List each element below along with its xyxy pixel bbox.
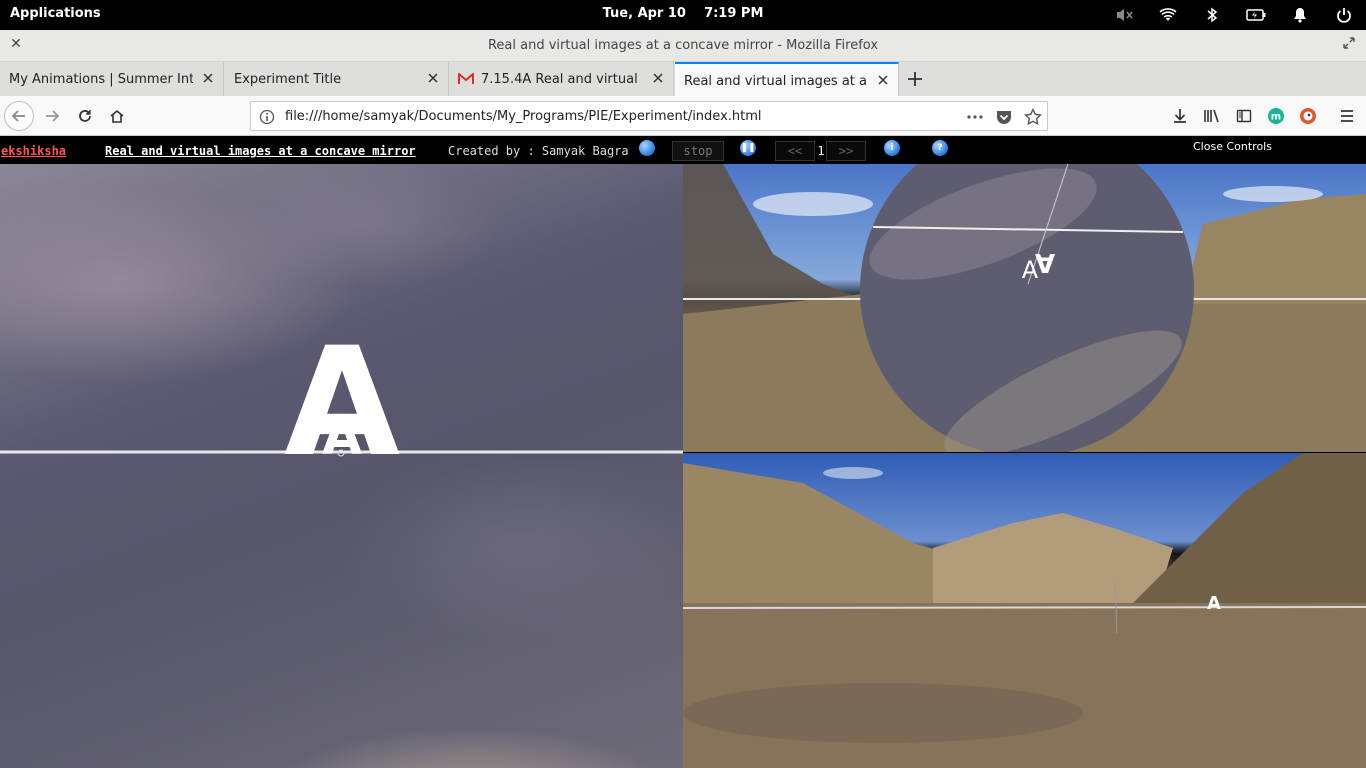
pause-icon[interactable]: ❚❚ bbox=[740, 140, 756, 156]
info-icon[interactable]: i bbox=[884, 140, 900, 156]
window-titlebar: ✕ Real and virtual images at a concave m… bbox=[0, 30, 1366, 62]
mirror-closeup-viewport[interactable]: A A bbox=[0, 164, 683, 768]
url-text[interactable]: file:///home/samyak/Documents/My_Program… bbox=[285, 109, 762, 124]
system-top-bar: Applications Tue, Apr 10 7:19 PM bbox=[0, 0, 1366, 30]
bluetooth-icon[interactable] bbox=[1190, 0, 1234, 30]
forward-button[interactable] bbox=[38, 102, 66, 130]
experiment-control-bar: ekshiksha Real and virtual images at a c… bbox=[0, 137, 1366, 164]
reload-button[interactable] bbox=[71, 102, 99, 130]
downloads-icon[interactable] bbox=[1166, 102, 1194, 130]
notifications-icon[interactable] bbox=[1278, 0, 1322, 30]
image-letter: A bbox=[322, 407, 362, 467]
svg-text:m: m bbox=[1271, 112, 1281, 123]
volume-muted-icon[interactable] bbox=[1102, 0, 1146, 30]
hamburger-menu-icon[interactable] bbox=[1333, 102, 1361, 130]
tab-close-icon[interactable] bbox=[876, 73, 890, 87]
tab-concave-mirror[interactable]: Real and virtual images at a conca bbox=[675, 62, 899, 96]
side-view-viewport[interactable]: A bbox=[683, 453, 1366, 768]
back-button[interactable] bbox=[4, 101, 34, 131]
tab-close-icon[interactable] bbox=[201, 71, 215, 85]
tab-strip: My Animations | Summer Interns Experimen… bbox=[0, 62, 1366, 96]
close-controls-button[interactable]: Close Controls bbox=[1193, 140, 1272, 153]
window-close-button[interactable]: ✕ bbox=[8, 36, 24, 56]
wifi-icon[interactable] bbox=[1146, 0, 1190, 30]
library-icon[interactable] bbox=[1198, 102, 1226, 130]
play-icon[interactable] bbox=[639, 140, 655, 156]
navigation-bar: file:///home/samyak/Documents/My_Program… bbox=[0, 96, 1366, 136]
help-icon[interactable]: ? bbox=[932, 140, 948, 156]
tab-label: Experiment Title bbox=[234, 72, 342, 87]
object-letter: A bbox=[1022, 256, 1039, 284]
tab-label: My Animations | Summer Interns bbox=[9, 72, 193, 87]
window-title: Real and virtual images at a concave mir… bbox=[487, 38, 879, 53]
window-restore-button[interactable] bbox=[1342, 36, 1358, 56]
applications-menu[interactable]: Applications bbox=[10, 6, 101, 21]
system-tray bbox=[1102, 0, 1366, 30]
power-icon[interactable] bbox=[1322, 0, 1366, 30]
object-letter: A bbox=[1207, 593, 1221, 614]
experiment-title[interactable]: Real and virtual images at a concave mir… bbox=[105, 144, 416, 158]
page-actions-icon[interactable] bbox=[966, 108, 984, 126]
url-bar[interactable]: file:///home/samyak/Documents/My_Program… bbox=[250, 101, 1048, 131]
tab-close-icon[interactable] bbox=[651, 71, 665, 85]
duckduckgo-icon[interactable] bbox=[1294, 102, 1322, 130]
battery-icon[interactable] bbox=[1234, 0, 1278, 30]
mirror-disc-viewport[interactable]: A A bbox=[683, 164, 1366, 452]
sidebar-icon[interactable] bbox=[1230, 102, 1258, 130]
step-back-button[interactable]: << bbox=[775, 141, 815, 161]
tab-label: Real and virtual images at a conca bbox=[684, 74, 868, 89]
step-forward-button[interactable]: >> bbox=[826, 141, 866, 161]
tab-label: 7.15.4A Real and virtual imag bbox=[481, 72, 643, 87]
tab-close-icon[interactable] bbox=[426, 71, 440, 85]
gmail-icon bbox=[458, 73, 474, 85]
home-button[interactable] bbox=[103, 102, 131, 130]
pocket-icon[interactable] bbox=[995, 108, 1013, 126]
creator-credit: Created by : Samyak Bagra bbox=[448, 144, 629, 158]
new-tab-button[interactable] bbox=[905, 69, 925, 89]
bookmark-star-icon[interactable] bbox=[1024, 108, 1042, 126]
extension-m-icon[interactable]: m bbox=[1262, 102, 1290, 130]
info-icon[interactable] bbox=[259, 109, 275, 125]
stop-button[interactable]: stop bbox=[672, 141, 724, 161]
tab-my-animations[interactable]: My Animations | Summer Interns bbox=[0, 62, 224, 96]
brand-link[interactable]: ekshiksha bbox=[1, 144, 66, 158]
tab-gmail-7-15-4a[interactable]: 7.15.4A Real and virtual imag bbox=[450, 62, 674, 96]
tab-experiment-title[interactable]: Experiment Title bbox=[225, 62, 449, 96]
